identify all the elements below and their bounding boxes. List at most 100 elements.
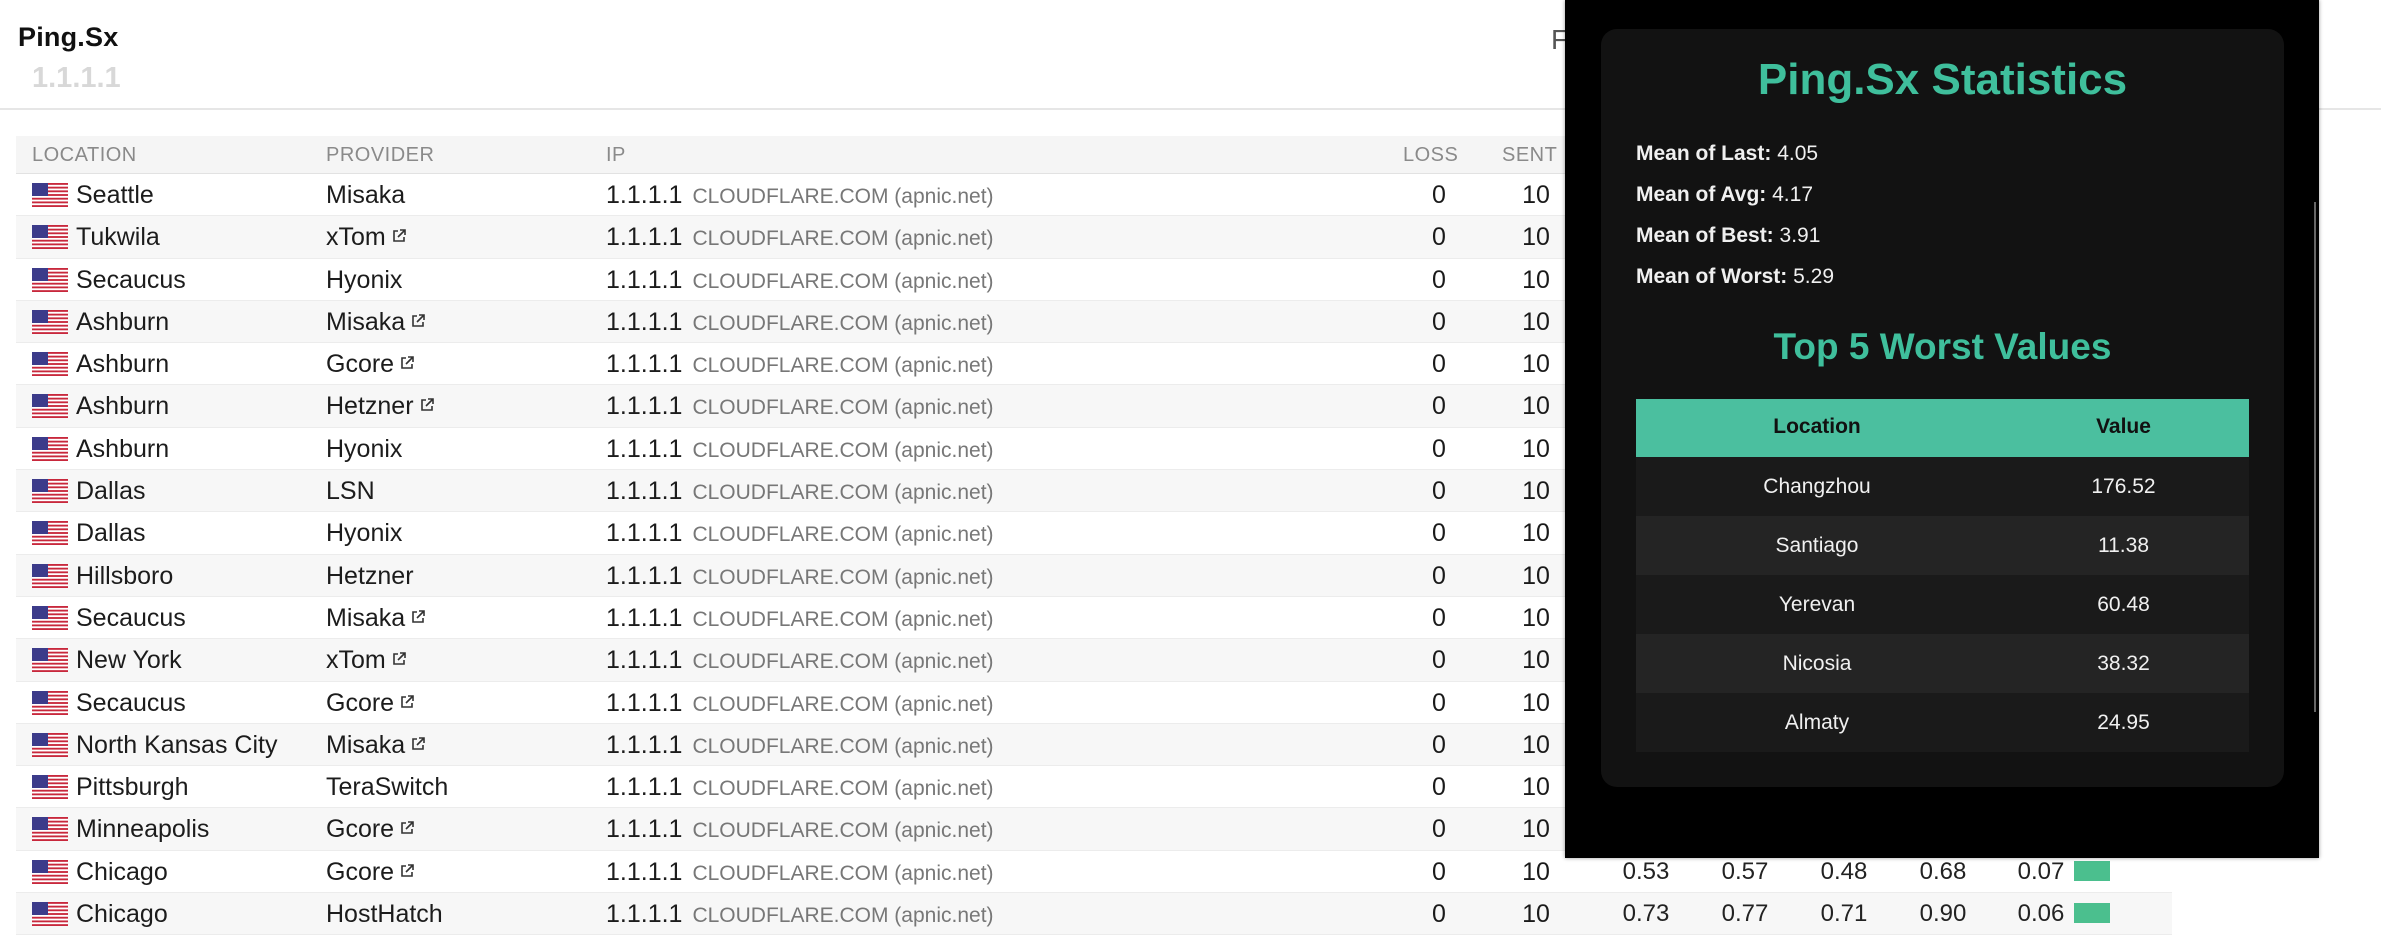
- mean-label: Mean of Worst:: [1636, 265, 1788, 288]
- stat-cell: 0.90: [1919, 900, 1967, 928]
- location-cell: New York: [76, 646, 182, 675]
- ip-cell: 1.1.1.1 CLOUDFLARE.COM (apnic.net): [606, 689, 994, 718]
- ip-address: 1.1.1.1: [606, 434, 683, 463]
- table-row[interactable]: Chicago HostHatch 1.1.1.1 CLOUDFLARE.COM (a…: [16, 893, 2172, 935]
- popup-scrollbar[interactable]: [2314, 202, 2316, 712]
- provider-name: Misaka: [326, 603, 406, 632]
- provider-cell[interactable]: Misaka: [326, 731, 425, 760]
- location-cell: Minneapolis: [76, 815, 210, 844]
- col-ip[interactable]: IP: [606, 144, 626, 167]
- external-link-icon[interactable]: [411, 602, 425, 623]
- worst-value: 60.48: [2097, 593, 2150, 616]
- loss-cell: 0: [1432, 773, 1446, 802]
- location-cell: Dallas: [76, 519, 146, 548]
- ip-hostname: CLOUDFLARE.COM (apnic.net): [692, 861, 994, 885]
- mean-label: Mean of Best:: [1636, 224, 1774, 247]
- sent-cell: 10: [1522, 265, 1550, 294]
- provider-name: Gcore: [326, 815, 395, 844]
- provider-cell[interactable]: Gcore: [326, 858, 414, 887]
- loss-cell: 0: [1432, 900, 1446, 929]
- ip-hostname: CLOUDFLARE.COM (apnic.net): [692, 481, 994, 505]
- provider-name: Gcore: [326, 857, 395, 886]
- provider-name: Misaka: [326, 307, 406, 336]
- provider-cell: Hyonix: [326, 435, 402, 464]
- us-flag-icon: [32, 309, 68, 334]
- latency-chart-chip[interactable]: [2074, 903, 2110, 924]
- us-flag-icon: [32, 817, 68, 842]
- statistics-popup: Ping.Sx Statistics Mean of Last: 4.05 Me…: [1565, 0, 2319, 858]
- ip-hostname: CLOUDFLARE.COM (apnic.net): [692, 438, 994, 462]
- provider-cell[interactable]: Gcore: [326, 815, 414, 844]
- us-flag-icon: [32, 352, 68, 377]
- mean-value: 5.29: [1793, 265, 1834, 288]
- ip-address: 1.1.1.1: [606, 223, 683, 252]
- external-link-icon[interactable]: [400, 856, 414, 877]
- provider-name: TeraSwitch: [326, 773, 449, 802]
- loss-cell: 0: [1432, 815, 1446, 844]
- ip-cell: 1.1.1.1 CLOUDFLARE.COM (apnic.net): [606, 562, 994, 591]
- ip-cell: 1.1.1.1 CLOUDFLARE.COM (apnic.net): [606, 773, 994, 802]
- provider-cell[interactable]: Gcore: [326, 689, 414, 718]
- ip-address: 1.1.1.1: [606, 857, 683, 886]
- worst-location: Santiago: [1775, 534, 1859, 557]
- ip-cell: 1.1.1.1 CLOUDFLARE.COM (apnic.net): [606, 435, 994, 464]
- ip-cell: 1.1.1.1 CLOUDFLARE.COM (apnic.net): [606, 900, 994, 929]
- loss-cell: 0: [1432, 730, 1446, 759]
- us-flag-icon: [32, 902, 68, 927]
- ip-address: 1.1.1.1: [606, 265, 683, 294]
- external-link-icon[interactable]: [392, 644, 406, 666]
- latency-chart-chip[interactable]: [2074, 860, 2110, 881]
- us-flag-icon: [32, 690, 68, 715]
- provider-cell[interactable]: Misaka: [326, 308, 425, 337]
- worst-value: 24.95: [2097, 711, 2150, 734]
- ip-address: 1.1.1.1: [606, 350, 683, 379]
- sent-cell: 10: [1522, 350, 1550, 379]
- external-link-icon[interactable]: [420, 390, 434, 412]
- provider-cell[interactable]: xTom: [326, 646, 406, 675]
- external-link-icon[interactable]: [411, 306, 425, 327]
- stat-cell: 0.57: [1721, 857, 1769, 885]
- provider-cell: HostHatch: [326, 900, 443, 929]
- col-provider[interactable]: PROVIDER: [326, 144, 434, 167]
- external-link-icon[interactable]: [400, 813, 414, 835]
- provider-cell[interactable]: Misaka: [326, 604, 425, 633]
- sent-cell: 10: [1522, 307, 1550, 336]
- worst-value: 176.52: [2091, 475, 2156, 498]
- external-link-icon[interactable]: [392, 221, 406, 243]
- sent-cell: 10: [1522, 434, 1550, 463]
- us-flag-icon: [32, 183, 68, 207]
- location-cell: Ashburn: [76, 307, 170, 336]
- ip-address: 1.1.1.1: [606, 519, 683, 548]
- us-flag-icon: [32, 563, 68, 588]
- provider-cell[interactable]: Gcore: [326, 350, 414, 379]
- stat-cell: 0.53: [1622, 857, 1670, 885]
- location-cell: Ashburn: [76, 434, 170, 463]
- provider-cell[interactable]: xTom: [326, 223, 406, 252]
- loss-cell: 0: [1432, 307, 1446, 336]
- ip-hostname: CLOUDFLARE.COM (apnic.net): [692, 650, 994, 674]
- ip-address: 1.1.1.1: [606, 815, 683, 844]
- loss-cell: 0: [1432, 561, 1446, 590]
- ip-cell: 1.1.1.1 CLOUDFLARE.COM (apnic.net): [606, 477, 994, 506]
- sent-cell: 10: [1522, 392, 1550, 421]
- stat-cell: 0.06: [2017, 900, 2065, 928]
- provider-cell[interactable]: Hetzner: [326, 392, 434, 421]
- col-location[interactable]: LOCATION: [32, 144, 137, 167]
- provider-name: xTom: [326, 646, 386, 675]
- ip-cell: 1.1.1.1 CLOUDFLARE.COM (apnic.net): [606, 181, 994, 210]
- worst-location: Nicosia: [1782, 652, 1852, 675]
- external-link-icon[interactable]: [411, 729, 425, 750]
- location-cell: Pittsburgh: [76, 773, 189, 802]
- mean-label: Mean of Avg:: [1636, 183, 1767, 206]
- loss-cell: 0: [1432, 688, 1446, 717]
- col-loss[interactable]: LOSS: [1403, 144, 1458, 167]
- provider-name: Hyonix: [326, 434, 403, 463]
- ip-cell: 1.1.1.1 CLOUDFLARE.COM (apnic.net): [606, 392, 994, 421]
- external-link-icon[interactable]: [400, 348, 414, 369]
- ip-hostname: CLOUDFLARE.COM (apnic.net): [692, 523, 994, 547]
- col-sent[interactable]: SENT: [1502, 144, 1557, 167]
- loss-cell: 0: [1432, 392, 1446, 421]
- external-link-icon[interactable]: [400, 687, 414, 708]
- provider-name: xTom: [326, 223, 386, 252]
- brand-logo[interactable]: Ping.Sx: [18, 22, 118, 53]
